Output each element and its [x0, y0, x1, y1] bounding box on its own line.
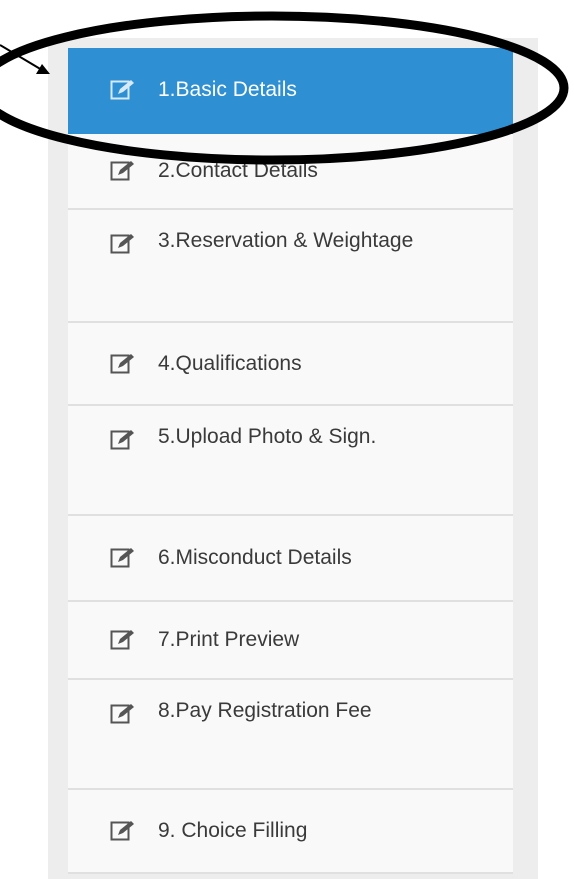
menu-item-label: 2.Contact Details	[158, 159, 318, 182]
menu-item-upload-photo-sign[interactable]: 5.Upload Photo & Sign.	[68, 406, 513, 516]
edit-icon	[110, 630, 134, 650]
menu-item-choice-filling[interactable]: 9. Choice Filling	[68, 790, 513, 874]
edit-icon	[110, 80, 134, 100]
registration-steps-menu: 1.Basic Details 2.Contact Details 3.Rese…	[68, 48, 513, 874]
edit-icon	[110, 234, 134, 254]
menu-item-contact-details[interactable]: 2.Contact Details	[68, 134, 513, 210]
menu-item-reservation-weightage[interactable]: 3.Reservation & Weightage	[68, 210, 513, 323]
menu-item-label: 3.Reservation & Weightage	[158, 229, 414, 252]
menu-item-basic-details[interactable]: 1.Basic Details	[68, 48, 513, 134]
edit-icon	[110, 548, 134, 568]
edit-icon	[110, 821, 134, 841]
edit-icon	[110, 161, 134, 181]
menu-item-qualifications[interactable]: 4.Qualifications	[68, 323, 513, 406]
menu-item-label: 1.Basic Details	[158, 78, 297, 101]
menu-item-print-preview[interactable]: 7.Print Preview	[68, 602, 513, 680]
menu-item-label: 6.Misconduct Details	[158, 546, 352, 569]
edit-icon	[110, 430, 134, 450]
menu-item-label: 9. Choice Filling	[158, 819, 308, 842]
edit-icon	[110, 353, 134, 373]
menu-item-pay-registration-fee[interactable]: 8.Pay Registration Fee	[68, 680, 513, 790]
menu-item-label: 5.Upload Photo & Sign.	[158, 425, 377, 448]
menu-item-misconduct-details[interactable]: 6.Misconduct Details	[68, 516, 513, 602]
edit-icon	[110, 704, 134, 724]
arrow-icon	[0, 44, 50, 74]
menu-item-label: 7.Print Preview	[158, 628, 300, 651]
menu-item-label: 4.Qualifications	[158, 351, 302, 375]
menu-item-label: 8.Pay Registration Fee	[158, 699, 372, 722]
